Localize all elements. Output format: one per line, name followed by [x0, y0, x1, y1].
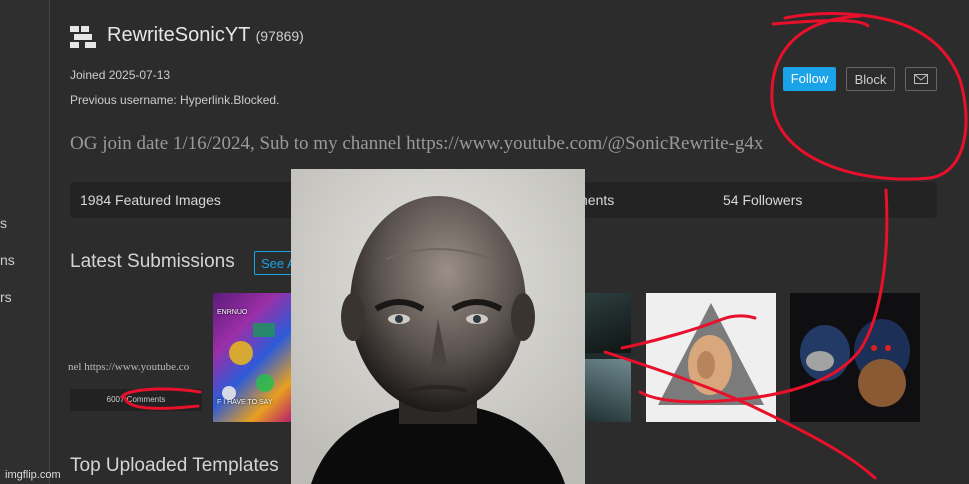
stat-comments[interactable]: nents	[580, 192, 614, 208]
mail-icon	[914, 74, 928, 84]
top-templates-heading: Top Uploaded Templates	[70, 455, 279, 476]
sidebar-item-1[interactable]: s	[0, 215, 7, 231]
previous-username: Previous username: Hyperlink.Blocked.	[70, 93, 280, 107]
submission-1-text[interactable]: nel https://www.youtube.co	[68, 361, 200, 373]
user-avatar-icon	[70, 26, 96, 48]
latest-submissions-heading: Latest Submissions	[70, 251, 235, 272]
imgflip-watermark: imgflip.com	[5, 469, 61, 481]
left-sidebar: s ns rs	[0, 0, 50, 484]
block-button[interactable]: Block	[846, 67, 895, 91]
sonic-art	[790, 293, 920, 422]
portrait-image	[291, 169, 585, 484]
submission-4-thumbnail[interactable]	[646, 293, 776, 422]
stat-featured[interactable]: 1984 Featured Images	[80, 192, 221, 208]
profile-bio: OG join date 1/16/2024, Sub to my channe…	[70, 133, 764, 154]
joined-date: Joined 2025-07-13	[70, 68, 171, 82]
submission-3-thumbnail[interactable]	[585, 293, 631, 422]
submission-1-comments[interactable]: 6007 Comments	[70, 389, 202, 411]
submission-2-thumbnail[interactable]: ENRNUO F I HAVE TO SAY	[213, 293, 291, 422]
overlay-portrait-photo	[291, 169, 585, 484]
sidebar-item-2[interactable]: ns	[0, 252, 15, 268]
username-text: RewriteSonicYT	[107, 24, 251, 46]
submission-3-pane-top	[585, 293, 631, 353]
follow-button[interactable]: Follow	[783, 67, 836, 91]
profile-username: RewriteSonicYT (97869)	[107, 24, 304, 47]
submission-2-art	[222, 323, 275, 400]
user-points: (97869)	[255, 28, 304, 44]
sidebar-item-3[interactable]: rs	[0, 289, 12, 305]
submission-3-pane-bottom	[585, 359, 631, 422]
triangle-art	[658, 303, 764, 405]
message-button[interactable]	[905, 67, 937, 91]
stat-followers[interactable]: 54 Followers	[723, 192, 802, 208]
submission-5-thumbnail[interactable]	[790, 293, 920, 422]
